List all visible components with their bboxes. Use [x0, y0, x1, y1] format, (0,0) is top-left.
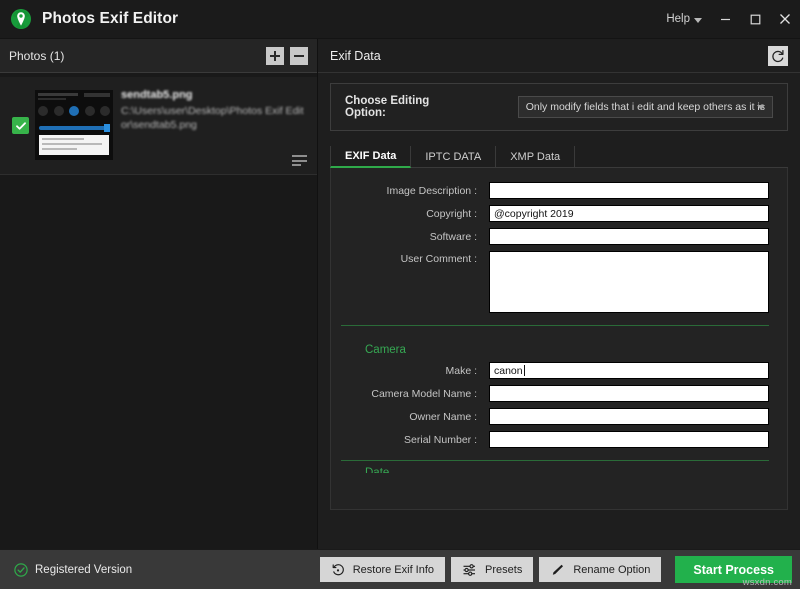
- field-software: Software :: [341, 228, 769, 245]
- editing-option-value: Only modify fields that i edit and keep …: [526, 101, 765, 113]
- photo-thumbnail: [35, 90, 113, 160]
- field-label: Copyright :: [341, 208, 489, 220]
- field-image-description: Image Description :: [341, 182, 769, 199]
- watermark: wsxdn.com: [743, 577, 792, 588]
- close-icon: [778, 12, 792, 26]
- copyright-input[interactable]: @copyright 2019: [489, 205, 769, 222]
- exif-form-scroll[interactable]: Choose Editing Option: Only modify field…: [318, 73, 800, 549]
- photo-checkbox[interactable]: [12, 117, 29, 134]
- maximize-icon: [749, 13, 762, 26]
- button-label: Restore Exif Info: [353, 564, 434, 576]
- button-label: Presets: [485, 564, 522, 576]
- editing-option-label: Choose Editing Option:: [345, 95, 470, 119]
- serial-number-input[interactable]: [489, 431, 769, 448]
- field-user-comment: User Comment :: [341, 251, 769, 313]
- section-divider: [341, 460, 769, 461]
- bottom-bar: Registered Version Restore Exif Info: [0, 549, 800, 589]
- photos-panel-header: Photos (1): [0, 39, 317, 73]
- photo-list[interactable]: sendtab5.png C:\Users\user\Desktop\Photo…: [0, 73, 317, 549]
- remove-photo-button[interactable]: [290, 47, 308, 65]
- presets-button[interactable]: Presets: [451, 557, 533, 582]
- exif-panel-title: Exif Data: [330, 49, 381, 63]
- photos-panel: Photos (1): [0, 39, 318, 549]
- photo-info: sendtab5.png C:\Users\user\Desktop\Photo…: [121, 89, 309, 132]
- aperture-logo-icon: [9, 7, 33, 31]
- photo-file-name: sendtab5.png: [121, 89, 309, 101]
- sliders-icon: [462, 563, 477, 577]
- exif-data-panel: Exif Data Choose Editing Option: Only mo…: [318, 39, 800, 549]
- tab-label: EXIF Data: [345, 150, 396, 162]
- bottom-actions: Restore Exif Info Presets: [320, 556, 792, 583]
- field-label: Camera Model Name :: [341, 388, 489, 400]
- check-circle-icon: [14, 563, 28, 577]
- editing-option-box: Choose Editing Option: Only modify field…: [330, 83, 788, 131]
- refresh-reset-icon: [771, 49, 785, 63]
- registered-status: Registered Version: [14, 563, 132, 577]
- rename-option-button[interactable]: Rename Option: [539, 557, 661, 582]
- field-label: Image Description :: [341, 185, 489, 197]
- minimize-button[interactable]: [710, 0, 740, 39]
- help-menu-button[interactable]: Help: [658, 0, 710, 38]
- chevron-down-icon: [757, 105, 765, 110]
- main-body: Photos (1): [0, 39, 800, 549]
- field-copyright: Copyright : @copyright 2019: [341, 205, 769, 222]
- restore-icon: [331, 563, 345, 577]
- tab-iptc-data[interactable]: IPTC DATA: [411, 146, 496, 168]
- image-description-input[interactable]: [489, 182, 769, 199]
- minus-icon: [294, 55, 304, 57]
- chevron-down-icon: [694, 18, 702, 23]
- app-title: Photos Exif Editor: [42, 10, 178, 28]
- hamburger-menu-icon[interactable]: [292, 155, 307, 166]
- button-label: Rename Option: [573, 564, 650, 576]
- field-serial-number: Serial Number :: [341, 431, 769, 448]
- next-section-heading: Date: [365, 467, 769, 473]
- section-divider: [341, 325, 769, 326]
- owner-name-input[interactable]: [489, 408, 769, 425]
- minimize-icon: [719, 13, 732, 26]
- field-label: Software :: [341, 231, 489, 243]
- help-label: Help: [666, 13, 690, 25]
- field-label: Make :: [341, 365, 489, 377]
- title-bar: Photos Exif Editor Help: [0, 0, 800, 39]
- exif-panel-header: Exif Data: [318, 39, 800, 73]
- field-camera-model-name: Camera Model Name :: [341, 385, 769, 402]
- maximize-button[interactable]: [740, 0, 770, 39]
- camera-section-heading: Camera: [365, 344, 769, 356]
- field-label: Serial Number :: [341, 434, 489, 446]
- tab-exif-data[interactable]: EXIF Data: [330, 146, 411, 168]
- field-label: Owner Name :: [341, 411, 489, 423]
- field-owner-name: Owner Name :: [341, 408, 769, 425]
- photo-file-path: C:\Users\user\Desktop\Photos Exif Editor…: [121, 104, 309, 132]
- make-input[interactable]: canon: [489, 362, 769, 379]
- close-button[interactable]: [770, 0, 800, 39]
- field-label: User Comment :: [341, 251, 489, 265]
- software-input[interactable]: [489, 228, 769, 245]
- text-cursor: [524, 365, 525, 376]
- tab-xmp-data[interactable]: XMP Data: [496, 146, 575, 168]
- window-controls: Help: [658, 0, 800, 38]
- exif-form: Image Description : Copyright : @copyrig…: [330, 168, 788, 510]
- add-photo-button[interactable]: [266, 47, 284, 65]
- registered-label: Registered Version: [35, 564, 132, 576]
- list-item[interactable]: sendtab5.png C:\Users\user\Desktop\Photo…: [0, 77, 317, 175]
- camera-model-name-input[interactable]: [489, 385, 769, 402]
- start-process-label: Start Process: [693, 563, 774, 577]
- make-input-value: canon: [494, 365, 523, 377]
- photos-panel-actions: [266, 47, 308, 65]
- user-comment-input[interactable]: [489, 251, 769, 313]
- checkmark-icon: [15, 120, 27, 132]
- tab-label: IPTC DATA: [425, 151, 481, 163]
- tab-label: XMP Data: [510, 151, 560, 163]
- application-window: Photos Exif Editor Help Photos (1): [0, 0, 800, 589]
- exif-tabs: EXIF Data IPTC DATA XMP Data: [330, 146, 788, 168]
- photos-panel-title: Photos (1): [9, 49, 64, 63]
- pencil-icon: [550, 563, 565, 577]
- reset-button[interactable]: [768, 46, 788, 66]
- editing-option-select[interactable]: Only modify fields that i edit and keep …: [518, 96, 773, 118]
- restore-exif-info-button[interactable]: Restore Exif Info: [320, 557, 445, 582]
- field-make: Make : canon: [341, 362, 769, 379]
